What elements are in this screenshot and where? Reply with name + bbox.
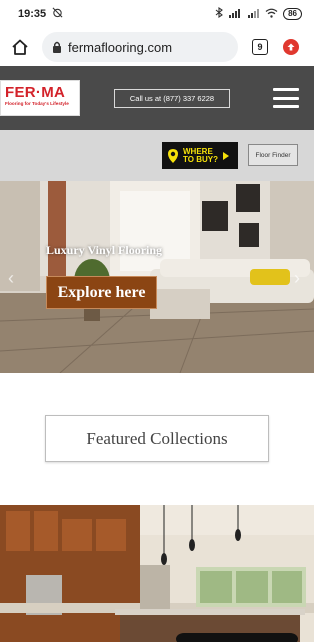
explore-here-button[interactable]: Explore here [46,276,157,309]
browser-toolbar: fermaflooring.com 9 [0,28,314,66]
carousel-next-icon[interactable]: › [294,268,300,289]
featured-collections-button[interactable]: Featured Collections [45,415,269,462]
signal-icon-2 [248,8,260,21]
where-line-2: TO BUY? [183,154,218,164]
site-header: FER·MA Flooring for Today's Lifestyle Ca… [0,66,314,130]
menu-bar-icon [273,88,299,91]
play-arrow-icon [222,151,229,160]
status-time: 19:35 [18,8,47,20]
wifi-icon [265,8,278,21]
kitchen-collection-image[interactable] [0,505,314,642]
map-pin-icon [168,148,178,163]
call-us-button[interactable]: Call us at (877) 337 6228 [114,89,230,108]
logo-wordmark: FER·MA [5,84,66,101]
tab-switcher-button[interactable]: 9 [252,39,268,55]
menu-bar-icon [273,96,299,100]
floor-finder-button[interactable]: Floor Finder [248,144,298,166]
signal-icon [229,8,243,21]
ferma-logo[interactable]: FER·MA Flooring for Today's Lifestyle [0,80,80,116]
hero-title: Luxury Vinyl Flooring [46,243,163,257]
where-to-buy-button[interactable]: WHERE TO BUY? [162,142,238,169]
alarm-off-icon [52,7,63,21]
status-bar: 19:35 86 [0,0,314,28]
carousel-prev-icon[interactable]: ‹ [8,268,14,289]
home-icon [12,39,28,55]
home-button[interactable] [8,35,32,59]
hamburger-menu-button[interactable] [273,88,299,108]
lock-icon [52,41,62,53]
logo-tagline: Flooring for Today's Lifestyle [5,101,69,106]
update-button[interactable] [283,39,299,55]
hero-banner: Luxury Vinyl Flooring Explore here ‹ › [0,181,314,373]
address-bar[interactable]: fermaflooring.com [42,32,238,62]
arrow-up-icon [287,43,295,51]
url-text: fermaflooring.com [68,39,173,55]
battery-indicator: 86 [283,8,302,20]
menu-bar-icon [273,105,299,108]
bluetooth-icon [215,6,224,21]
